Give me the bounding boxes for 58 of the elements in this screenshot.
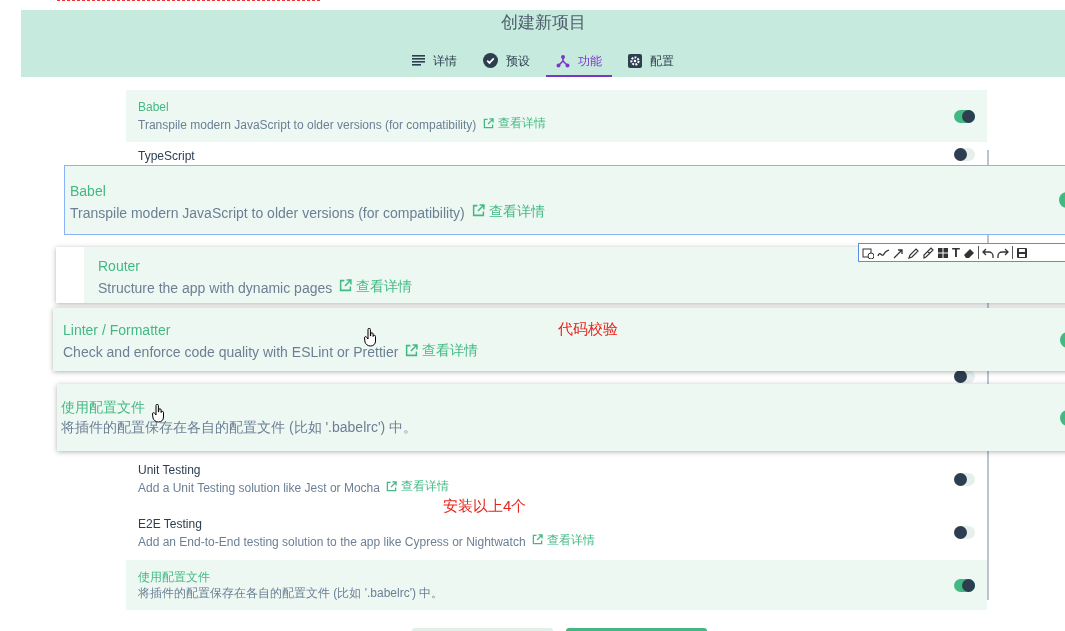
shape-icon[interactable] — [862, 246, 874, 259]
feature-description: Check and enforce code quality with ESLint or Prettier 查看详情 — [63, 340, 479, 362]
arrow-icon[interactable] — [892, 246, 904, 259]
feature-title: Linter / Formatter — [63, 321, 171, 341]
tab[interactable]: 预设 — [473, 46, 540, 77]
toggle-switch[interactable] — [954, 578, 975, 592]
toggle-switch[interactable] — [954, 472, 975, 486]
hand-cursor-icon — [364, 328, 377, 347]
feature-description: Transpile modern JavaScript to older versions (for compatibility) 查看详情 — [70, 200, 545, 223]
toggle-switch[interactable] — [954, 526, 975, 539]
feature-title: Router — [98, 256, 141, 276]
annotation-text: 代码校验 — [558, 319, 618, 339]
pencil-icon[interactable] — [907, 246, 919, 259]
feature-description: 将插件的配置保存在各自的配置文件 (比如 '.babelrc') 中。 — [61, 418, 418, 437]
feature-title: E2E Testing — [138, 515, 203, 532]
feature-title: TypeScript — [138, 148, 196, 164]
page-title: 创建新项目 — [500, 12, 586, 34]
external-link-icon — [339, 279, 353, 293]
external-link-icon — [471, 204, 485, 218]
toggle-switch[interactable] — [954, 148, 975, 161]
marker-icon[interactable] — [922, 246, 934, 259]
feature-title: Babel — [70, 181, 106, 201]
tab[interactable]: 详情 — [402, 46, 467, 77]
feature-description: Structure the app with dynamic pages 查看详情 — [98, 275, 413, 298]
feature-description: Transpile modern JavaScript to older versions (for compatibility) 查看详情 — [138, 115, 547, 133]
undo-icon[interactable] — [981, 246, 994, 259]
curve-icon[interactable] — [877, 246, 889, 259]
eraser-icon[interactable] — [962, 246, 975, 259]
tab[interactable]: 功能 — [546, 46, 612, 77]
gear-icon — [628, 53, 642, 68]
redo-icon[interactable] — [996, 246, 1009, 259]
check-circle-icon — [483, 53, 498, 68]
feature-row[interactable]: E2E Testing Add an End-to-End testing solution to the app like Cypress or Nightwatch 查看详情 — [126, 514, 987, 551]
feature-row[interactable]: TypeScript — [126, 142, 987, 164]
feature-title: Unit Testing — [138, 462, 202, 479]
feature-description: 将插件的配置保存在各自的配置文件 (比如 '.babelrc') 中。 — [138, 585, 445, 601]
text-tool[interactable]: T — [952, 246, 960, 259]
feature-row[interactable]: Unit Testing Add a Unit Testing solution like Jest or Mocha 查看详情 — [126, 460, 987, 498]
tab[interactable]: 配置 — [618, 46, 684, 77]
feature-description: Add a Unit Testing solution like Jest or Mocha 查看详情 — [138, 478, 451, 496]
feature-title: 使用配置文件 — [61, 398, 145, 417]
mosaic-icon[interactable] — [937, 246, 949, 259]
external-link-icon — [386, 480, 398, 492]
panel-gutter — [56, 247, 84, 303]
feature-row[interactable]: Babel Transpile modern JavaScript to older versions (for compatibility) 查看详情 — [126, 90, 987, 142]
external-link-icon — [405, 343, 419, 357]
feature-row[interactable]: 使用配置文件 将插件的配置保存在各自的配置文件 (比如 '.babelrc') 中。 — [126, 560, 987, 610]
feature-title: Babel — [138, 99, 170, 116]
feature-title: 使用配置文件 — [138, 569, 211, 585]
external-link-icon — [531, 534, 543, 546]
save-icon[interactable] — [1015, 246, 1028, 259]
external-link-icon — [482, 117, 494, 129]
hand-cursor-icon — [152, 404, 165, 423]
toggle-switch[interactable] — [954, 109, 975, 123]
list-icon — [412, 55, 425, 66]
annotation-text: 安装以上4个 — [443, 497, 527, 514]
feature-description: Add an End-to-End testing solution to the app like Cypress or Nightwatch 查看详情 — [138, 531, 596, 550]
network-icon — [556, 53, 570, 68]
